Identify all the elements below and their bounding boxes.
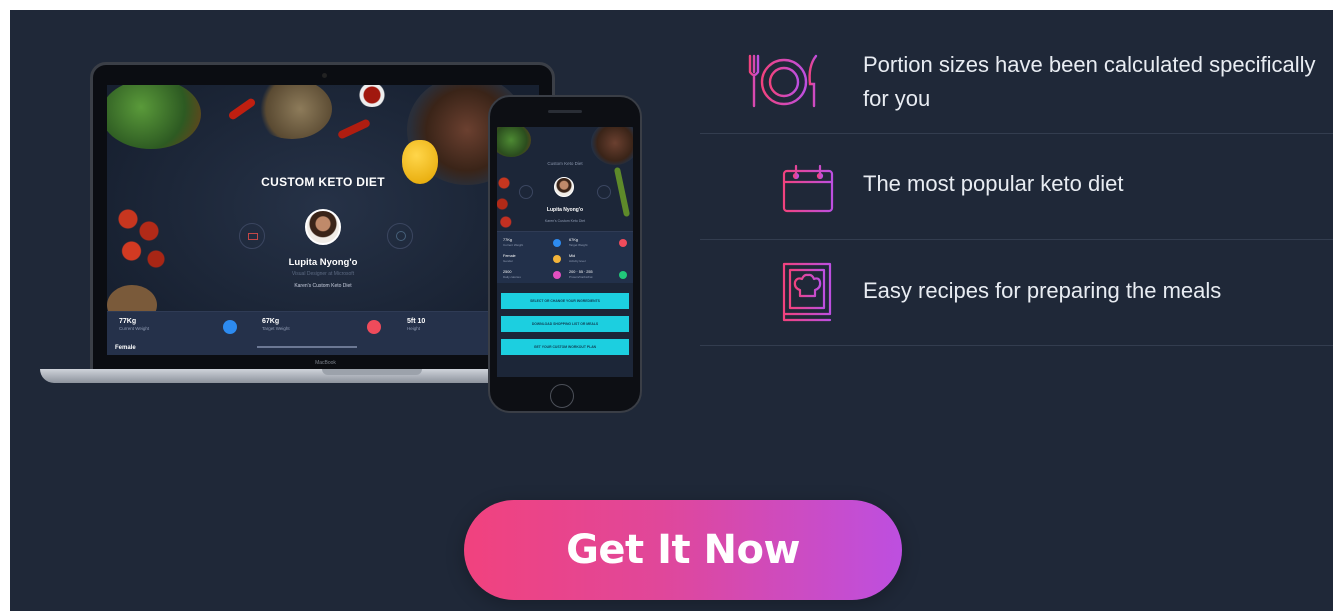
plate-fork-knife-icon [744,52,824,115]
target-icon [367,320,381,334]
feature-item-popular-keto: The most popular keto diet [700,160,1333,230]
laptop-screen: CUSTOM KETO DIET Lupita Nyong'o Visual D… [107,85,539,355]
salad-bowl-image [497,127,531,157]
get-it-now-button[interactable]: Get It Now [464,500,902,600]
calendar-icon [782,164,834,219]
gender-icon [553,255,561,263]
settings-icon [387,223,413,249]
laptop-mockup: CUSTOM KETO DIET Lupita Nyong'o Visual D… [40,62,605,383]
workout-plan-button[interactable]: GET YOUR CUSTOM WORKOUT PLAN [501,339,629,355]
stat-target-weight: 67Kg Target Weight [262,318,290,331]
laptop-notch [322,369,422,375]
mail-icon [239,223,265,249]
scale-icon [223,320,237,334]
phone-screen-title: Custom Keto Diet [547,161,583,166]
stats-bar: 77Kg Current Weight 67Kg Target Weight 5… [107,311,539,355]
divider [700,345,1333,346]
feature-text: Easy recipes for preparing the meals [863,278,1222,303]
select-ingredients-button[interactable]: SELECT OR CHANGE YOUR INGREDIENTS [501,293,629,309]
avatar [305,209,341,245]
phone-mockup: Custom Keto Diet Lupita Nyong'o Karen's … [488,95,642,413]
target-icon [619,239,627,247]
mail-icon [519,185,533,199]
download-shopping-list-button[interactable]: DOWNLOAD SHOPPING LIST OR MEALS [501,316,629,332]
stat-gender: Female Gender [503,254,516,263]
stat-current-weight: 77Kg Current Weight [119,318,150,331]
plan-label: Karen's Custom Keto Diet [294,283,352,289]
steak-plate-image [591,127,633,165]
divider [700,239,1333,240]
stat-height: 5ft 10 Height [407,318,426,331]
user-name: Lupita Nyong'o [546,207,584,213]
laptop-camera [322,73,327,78]
recipe-book-chef-hat-icon [782,262,834,329]
stat-macros: 200 · 55 · 255 Protein/Carbs/Fat [569,270,593,279]
stat-activity: Mid Activity level [569,254,586,263]
macros-icon [619,271,627,279]
feature-text: The most popular keto diet [863,171,1124,196]
phone-speaker [548,110,582,113]
user-name: Lupita Nyong'o [288,257,358,268]
stats-grid: 77Kg Current Weight 67Kg Target Weight Fem… [497,231,633,283]
feature-item-easy-recipes: Easy recipes for preparing the meals [700,260,1333,330]
stat-target-weight: 67Kg Target Weight [569,238,588,247]
stat-current-weight: 77Kg Current Weight [503,238,524,247]
feature-item-portion-sizes: Portion sizes have been calculated speci… [700,48,1333,138]
settings-icon [597,185,611,199]
feature-text: Portion sizes have been calculated speci… [863,52,1316,111]
phone-screen: Custom Keto Diet Lupita Nyong'o Karen's … [497,127,633,377]
plan-label: Karen's Custom Keto Diet [544,219,586,223]
stat-calories: 2500 Daily calories [503,270,521,279]
activity-slider [257,346,357,348]
phone-home-button [550,384,574,408]
user-subtitle: Visual Designer at Microsoft [291,271,355,277]
hero-panel: CUSTOM KETO DIET Lupita Nyong'o Visual D… [10,10,1333,611]
divider [700,133,1333,134]
avatar [554,177,574,197]
laptop-lid: CUSTOM KETO DIET Lupita Nyong'o Visual D… [90,62,555,372]
calories-icon [553,271,561,279]
scale-icon [553,239,561,247]
stat-gender: Female [115,345,136,351]
laptop-screen-title: CUSTOM KETO DIET [261,175,385,189]
